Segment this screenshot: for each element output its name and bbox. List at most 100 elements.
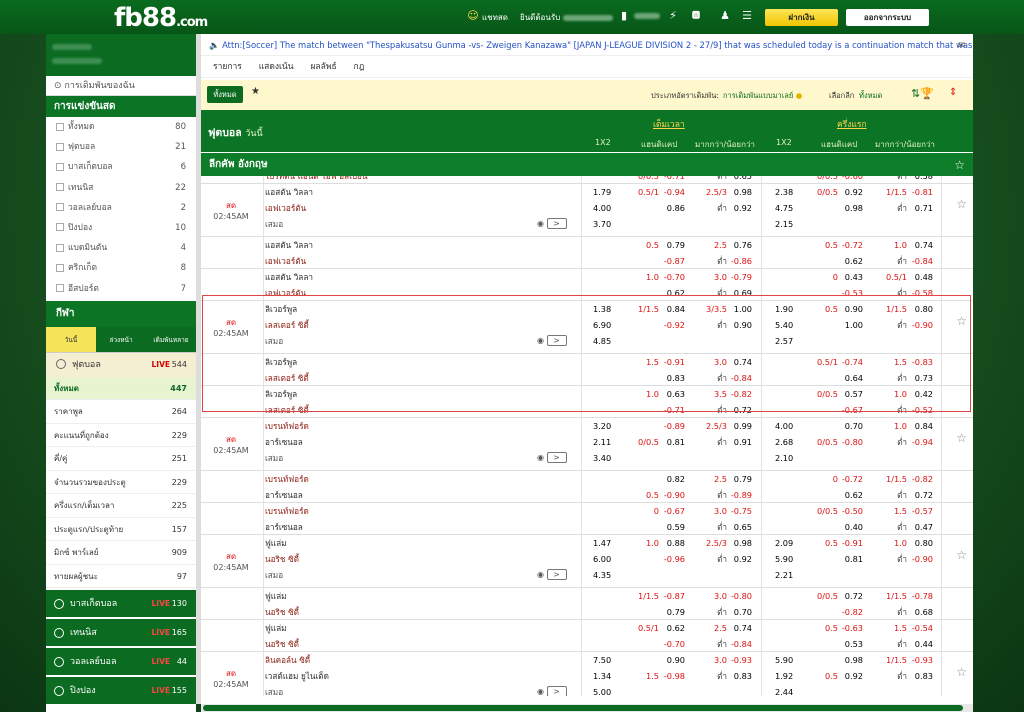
odds-x1[interactable]: 2.57	[775, 333, 793, 349]
team-name[interactable]: แอสตัน วิลลา	[265, 184, 313, 200]
odds-x1[interactable]: 2.21	[775, 567, 793, 583]
odds-hv[interactable]: -0.91	[661, 354, 685, 370]
odds-o1[interactable]: 4.00	[593, 200, 611, 216]
deposit-button[interactable]: ฝากเงิน	[765, 9, 838, 26]
parlay-icon[interactable]: 🆆	[686, 9, 706, 23]
checkbox[interactable]	[56, 162, 64, 171]
refresh-icon[interactable]: ⚡	[666, 9, 680, 23]
odds-ov[interactable]: 0.76	[729, 237, 752, 253]
match-tools[interactable]: ◉ >	[537, 567, 567, 583]
horizontal-scrollbar[interactable]	[201, 704, 973, 712]
tab-today[interactable]: วันนี้	[46, 326, 96, 352]
odds-hhv[interactable]: 0.92	[841, 184, 863, 200]
odds-hhv[interactable]: 0.98	[841, 652, 863, 668]
logout-button[interactable]: ออกจากระบบ	[846, 9, 929, 26]
odds-x1[interactable]: 5.40	[775, 317, 793, 333]
sport-item[interactable]: บาสเก็ตบอล LIVE 130	[46, 589, 196, 618]
team-name[interactable]: แอสตัน วิลลา	[265, 269, 313, 285]
odds-hv[interactable]: 0.84	[661, 301, 685, 317]
tab-parlay[interactable]: เดิมพันหลายรายการ	[146, 326, 196, 370]
odds-hv[interactable]: -0.70	[661, 269, 685, 285]
odds-hov[interactable]: 0.80	[909, 301, 933, 317]
odds-o1[interactable]: 7.50	[593, 652, 611, 668]
football-market-item[interactable]: ประตูแรก/ประตูท้าย 157	[46, 518, 196, 542]
team-name[interactable]: ฟูแล่ม	[265, 588, 287, 604]
odds-hhv[interactable]: 0.53	[841, 636, 863, 652]
odds-ov[interactable]: 0.98	[729, 535, 752, 551]
odds-ov[interactable]: 0.65	[729, 176, 752, 184]
checkbox[interactable]	[56, 122, 64, 131]
sport-item[interactable]: วอลเลย์บอล LIVE 44	[46, 647, 196, 676]
odds-o1[interactable]: 2.11	[593, 434, 611, 450]
odds-hhv[interactable]: 0.43	[841, 269, 863, 285]
odds-hhv[interactable]: -0.80	[841, 434, 863, 450]
odds-hhv[interactable]: 0.40	[841, 519, 863, 535]
odds-hhv[interactable]: -0.72	[841, 237, 863, 253]
live-item[interactable]: คริกเก็ต 8	[46, 258, 196, 278]
odds-hv[interactable]: 0.88	[661, 535, 685, 551]
odds-ov[interactable]: 0.72	[729, 402, 752, 418]
odds-hhv[interactable]: 0.70	[841, 418, 863, 434]
team-name[interactable]: เลสเตอร์ ซิตี้	[265, 370, 309, 386]
odds-hv[interactable]: 0.83	[661, 370, 685, 386]
odds-hov[interactable]: 0.47	[909, 519, 933, 535]
odds-ov[interactable]: 0.90	[729, 317, 752, 333]
odds-ov[interactable]: 0.92	[729, 551, 752, 567]
odds-hv[interactable]: -0.70	[661, 636, 685, 652]
team-name[interactable]: อาร์เซนอล	[265, 487, 303, 503]
league-star-icon[interactable]: ☆	[954, 153, 965, 177]
my-bets-link[interactable]: ⊙ การเดิมพันของฉัน	[46, 76, 196, 96]
odds-ov[interactable]: -0.84	[729, 636, 752, 652]
live-item[interactable]: ทั้งหมด 80	[46, 117, 196, 137]
odds-x1[interactable]: 2.09	[775, 535, 793, 551]
odds-x1[interactable]: 2.44	[775, 684, 793, 696]
odds-o1[interactable]: 4.35	[593, 567, 611, 583]
odds-hov[interactable]: -0.84	[909, 253, 933, 269]
checkbox[interactable]	[56, 203, 64, 212]
odds-hhv[interactable]: 0.98	[841, 200, 863, 216]
team-name[interactable]: เอฟเวอร์ตัน	[265, 200, 306, 216]
odds-hhv[interactable]: -0.50	[841, 503, 863, 519]
odds-hov[interactable]: -0.52	[909, 402, 933, 418]
match-tools[interactable]: ◉ >	[537, 216, 567, 232]
odds-hov[interactable]: 0.58	[909, 176, 933, 184]
odds-hhv[interactable]: 1.00	[841, 317, 863, 333]
football-market-item[interactable]: จำนวนรวมของประตู 229	[46, 471, 196, 495]
odds-ov[interactable]: -0.79	[729, 269, 752, 285]
odds-hv[interactable]: 0.63	[661, 386, 685, 402]
chat-icon[interactable]: ☺	[466, 9, 480, 23]
odds-hov[interactable]: -0.82	[909, 471, 933, 487]
odds-hhv[interactable]: -0.82	[841, 604, 863, 620]
odds-o1[interactable]: 1.34	[593, 668, 611, 684]
odds-hov[interactable]: -0.58	[909, 285, 933, 301]
odds-x1[interactable]: 4.75	[775, 200, 793, 216]
more-bets-button[interactable]: >	[546, 452, 567, 463]
odds-hv[interactable]: 0.59	[661, 519, 685, 535]
odds-ov[interactable]: 0.70	[729, 604, 752, 620]
odds-hv[interactable]: -0.67	[661, 503, 685, 519]
team-name[interactable]: เลสเตอร์ ซิตี้	[265, 402, 309, 418]
team-name[interactable]: นอริช ซิตี้	[265, 551, 299, 567]
team-name[interactable]: นอริช ซิตี้	[265, 636, 299, 652]
odds-ov[interactable]: -0.86	[729, 253, 752, 269]
checkbox[interactable]	[56, 142, 64, 151]
stats-icon[interactable]: ◉	[537, 453, 544, 462]
football-market-item[interactable]: คี่/คู่ 251	[46, 447, 196, 471]
odds-x1[interactable]: 2.15	[775, 216, 793, 232]
odds-hov[interactable]: 0.44	[909, 636, 933, 652]
odds-x1[interactable]: 4.00	[775, 418, 793, 434]
mail-icon[interactable]: ✉	[958, 34, 965, 55]
odds-hov[interactable]: -0.57	[909, 503, 933, 519]
match-tools[interactable]: ◉ >	[537, 450, 567, 466]
more-bets-button[interactable]: >	[546, 686, 567, 696]
tab-early[interactable]: ล่วงหน้า	[96, 326, 146, 352]
odds-ov[interactable]: 0.91	[729, 434, 752, 450]
odds-ov[interactable]: -0.80	[729, 588, 752, 604]
sort-icon[interactable]: ⇅🏆	[911, 87, 934, 100]
odds-hhv[interactable]: 0.81	[841, 551, 863, 567]
odds-hov[interactable]: 0.71	[909, 200, 933, 216]
odds-hv[interactable]: 0.81	[661, 434, 685, 450]
team-name[interactable]: อาร์เซนอล	[265, 434, 303, 450]
odds-o1[interactable]: 1.79	[593, 184, 611, 200]
odds-hv[interactable]: -0.89	[661, 418, 685, 434]
